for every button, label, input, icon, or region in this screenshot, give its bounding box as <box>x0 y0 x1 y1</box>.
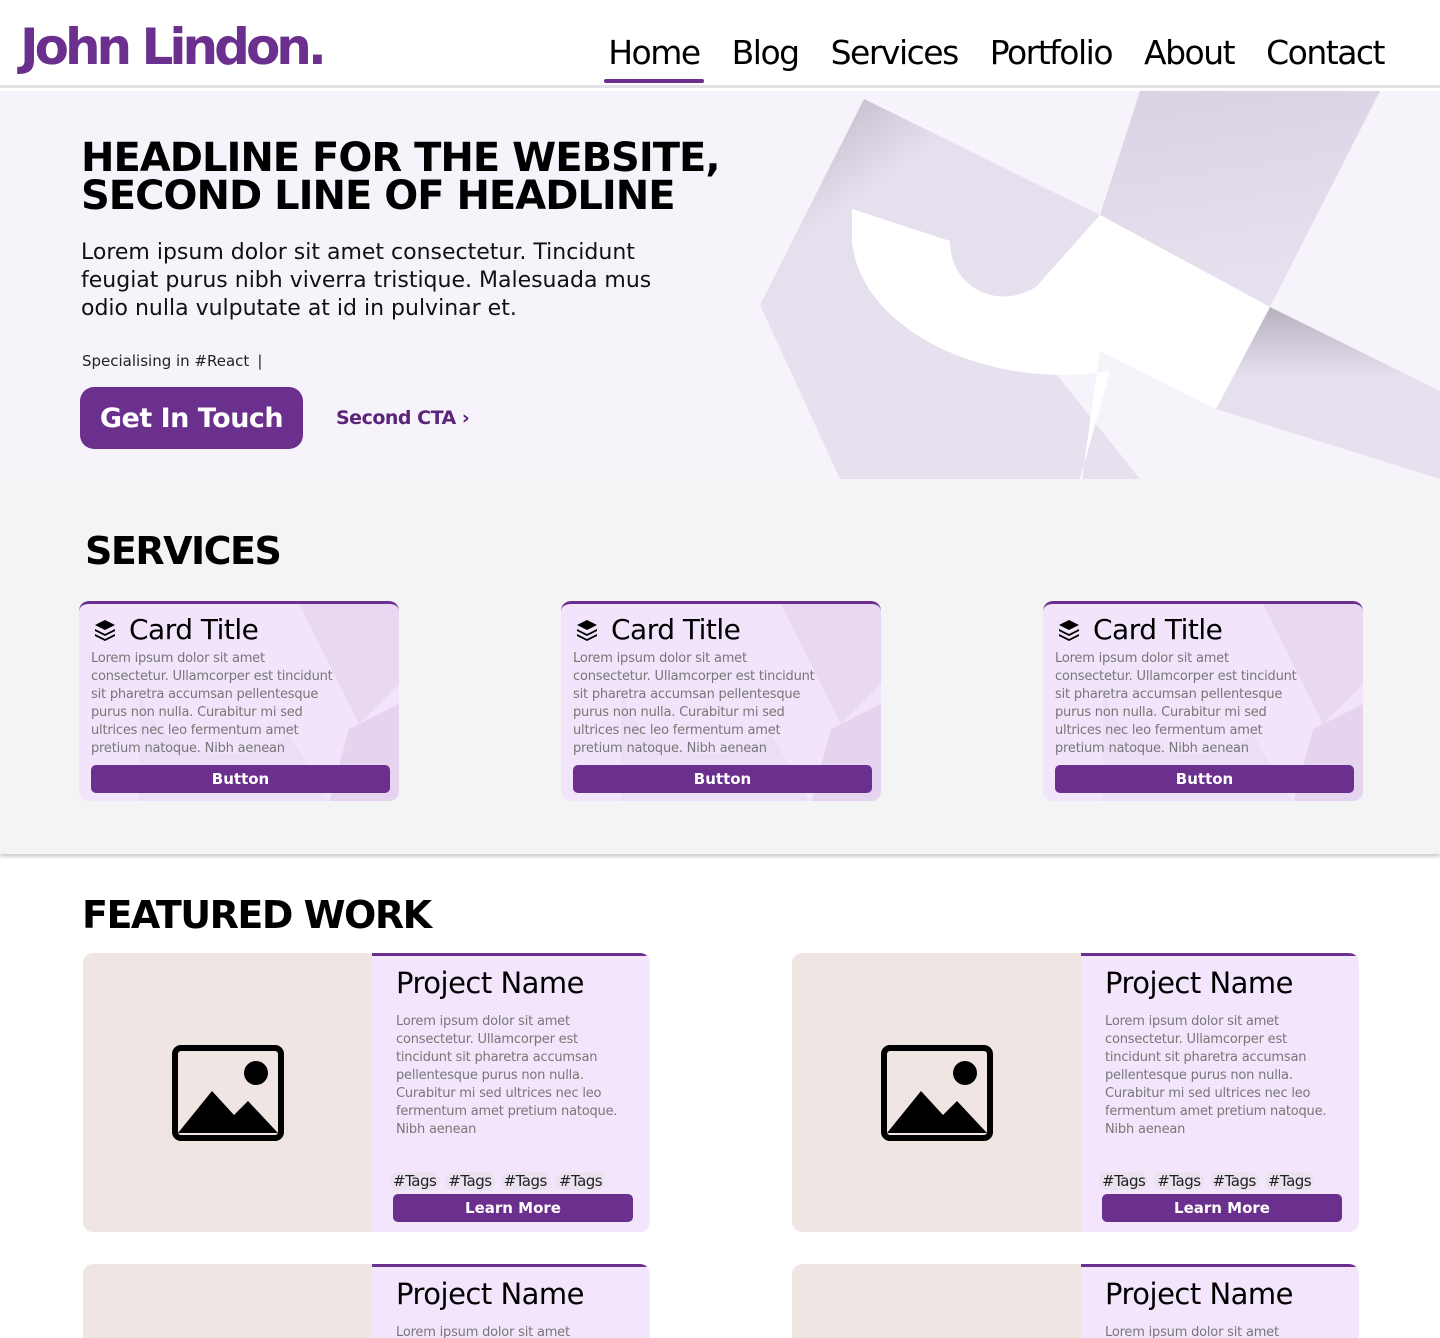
typing-caret: | <box>257 352 263 370</box>
nav-about[interactable]: About <box>1144 36 1236 69</box>
hero-decoration <box>760 91 1440 479</box>
project-tag[interactable]: #Tags <box>555 1172 606 1190</box>
chevron-right-icon: › <box>461 407 470 429</box>
nav-portfolio[interactable]: Portfolio <box>990 36 1114 69</box>
main-nav: Home Blog Services Portfolio About Conta… <box>604 36 1385 83</box>
project-name: Project Name <box>1105 966 1294 1000</box>
project-tags: #Tags #Tags #Tags #Tags <box>1099 1172 1315 1190</box>
project-info: Project Name Lorem ipsum dolor sit amet <box>372 1264 650 1338</box>
card-header: Card Title <box>93 613 259 646</box>
card-header: Card Title <box>1057 613 1223 646</box>
card-body: Lorem ipsum dolor sit amet consectetur. … <box>573 651 815 756</box>
project-thumbnail <box>792 1264 1081 1338</box>
nav-services[interactable]: Services <box>831 36 960 69</box>
second-cta-link[interactable]: Second CTA › <box>336 407 470 429</box>
nav-contact[interactable]: Contact <box>1266 36 1385 69</box>
card-body: Lorem ipsum dolor sit amet consectetur. … <box>91 651 333 756</box>
layers-icon <box>577 620 597 641</box>
project-tag[interactable]: #Tags <box>390 1172 440 1190</box>
project-info: Project Name Lorem ipsum dolor sit amet <box>1081 1264 1359 1338</box>
hero-specialising: Specialising in #React | <box>82 352 262 370</box>
card-header: Card Title <box>575 613 741 646</box>
project-card: Project Name Lorem ipsum dolor sit amet … <box>83 953 650 1232</box>
project-info: Project Name Lorem ipsum dolor sit amet … <box>372 953 650 1232</box>
project-tag[interactable]: #Tags <box>1099 1172 1149 1190</box>
services-title: SERVICES <box>85 529 282 573</box>
site-logo[interactable]: John Lindon. <box>20 22 327 72</box>
hero-headline: HEADLINE FOR THE WEBSITE, SECOND LINE OF… <box>81 138 761 216</box>
project-tags: #Tags #Tags #Tags #Tags <box>390 1172 606 1190</box>
card-title: Card Title <box>1093 613 1223 646</box>
project-tag[interactable]: #Tags <box>1209 1172 1259 1190</box>
service-card: Card Title Lorem ipsum dolor sit amet co… <box>79 601 399 801</box>
services-section: SERVICES Card Title Lorem ipsum dolor si… <box>0 479 1440 854</box>
project-thumbnail <box>83 953 372 1232</box>
nav-blog[interactable]: Blog <box>732 36 800 69</box>
featured-work-title: FEATURED WORK <box>82 893 432 937</box>
card-body: Lorem ipsum dolor sit amet consectetur. … <box>1055 651 1297 756</box>
hero-section: HEADLINE FOR THE WEBSITE, SECOND LINE OF… <box>0 91 1440 479</box>
project-tag[interactable]: #Tags <box>1264 1172 1315 1190</box>
card-button[interactable]: Button <box>573 765 872 793</box>
card-title: Card Title <box>129 613 259 646</box>
card-button[interactable]: Button <box>91 765 390 793</box>
project-card: Project Name Lorem ipsum dolor sit amet <box>792 1264 1359 1338</box>
layers-icon <box>95 620 115 641</box>
project-description: Lorem ipsum dolor sit amet <box>1105 1325 1279 1338</box>
project-info: Project Name Lorem ipsum dolor sit amet … <box>1081 953 1359 1232</box>
project-description: Lorem ipsum dolor sit amet <box>396 1325 570 1338</box>
specialising-text: Specialising in #React <box>82 352 250 370</box>
project-tag[interactable]: #Tags <box>500 1172 550 1190</box>
project-card: Project Name Lorem ipsum dolor sit amet … <box>792 953 1359 1232</box>
image-placeholder-icon <box>171 1044 284 1141</box>
card-title: Card Title <box>611 613 741 646</box>
learn-more-button[interactable]: Learn More <box>393 1194 633 1222</box>
service-card: Card Title Lorem ipsum dolor sit amet co… <box>1043 601 1363 801</box>
project-name: Project Name <box>396 966 585 1000</box>
hero-headline-line2: SECOND LINE OF HEADLINE <box>81 173 676 219</box>
learn-more-button[interactable]: Learn More <box>1102 1194 1342 1222</box>
hero-lead: Lorem ipsum dolor sit amet consectetur. … <box>81 240 652 321</box>
nav-home[interactable]: Home <box>604 36 705 83</box>
project-description: Lorem ipsum dolor sit amet consectetur. … <box>396 1014 618 1137</box>
project-thumbnail <box>792 953 1081 1232</box>
card-button[interactable]: Button <box>1055 765 1354 793</box>
project-name: Project Name <box>396 1277 585 1311</box>
image-placeholder-icon <box>880 1044 993 1141</box>
project-name: Project Name <box>1105 1277 1294 1311</box>
project-tag[interactable]: #Tags <box>1154 1172 1204 1190</box>
second-cta-label: Second CTA <box>336 407 456 429</box>
get-in-touch-button[interactable]: Get In Touch <box>80 387 303 449</box>
service-card: Card Title Lorem ipsum dolor sit amet co… <box>561 601 881 801</box>
site-header: John Lindon. Home Blog Services Portfoli… <box>0 0 1440 88</box>
project-tag[interactable]: #Tags <box>445 1172 495 1190</box>
project-card: Project Name Lorem ipsum dolor sit amet <box>83 1264 650 1338</box>
project-thumbnail <box>83 1264 372 1338</box>
layers-icon <box>1059 620 1079 641</box>
project-description: Lorem ipsum dolor sit amet consectetur. … <box>1105 1014 1327 1137</box>
